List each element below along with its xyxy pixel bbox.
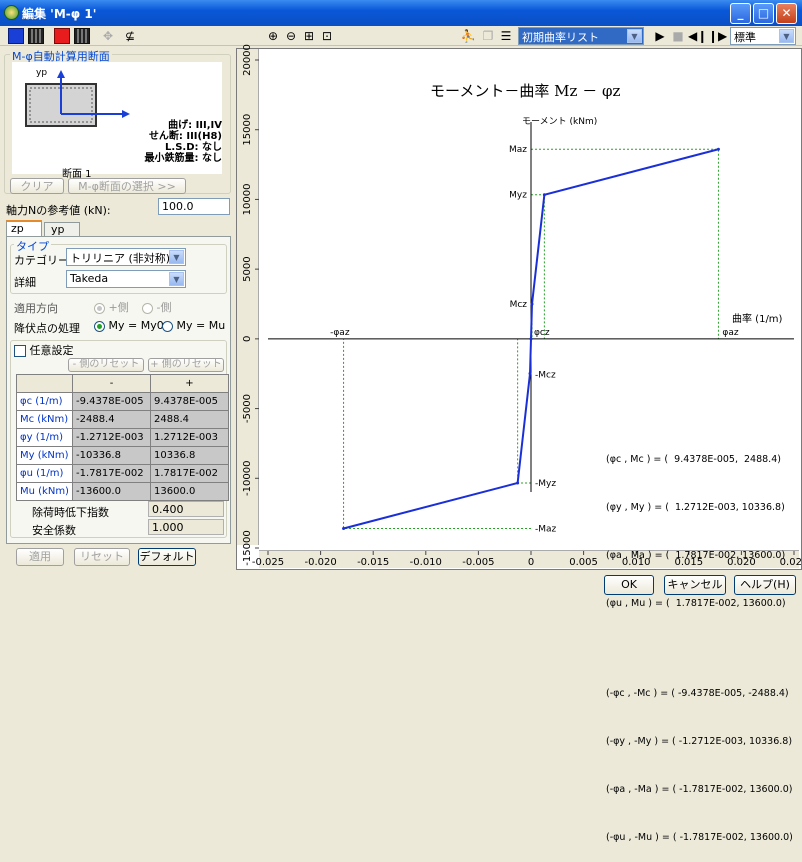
curve-point bbox=[530, 302, 534, 306]
curve-point bbox=[528, 372, 532, 376]
readout-panel: (φc , Mc ) = ( 9.4378E-005, 2488.4) (φy … bbox=[606, 420, 796, 862]
label-neg-maz: -Maz bbox=[535, 524, 557, 534]
y-axis-label: モーメント (kNm) bbox=[522, 117, 598, 127]
readout-spacer bbox=[606, 644, 796, 654]
curve-point bbox=[516, 481, 520, 485]
curve-point bbox=[342, 526, 346, 530]
label-phi-cz: φcz bbox=[534, 328, 550, 338]
y-tick-label: 10000 bbox=[242, 184, 253, 216]
label-neg-mcz: -Mcz bbox=[535, 371, 556, 381]
x-tick-label: -0.015 bbox=[357, 557, 389, 568]
readout-line: (-φy , -My ) = ( -1.2712E-003, 10336.8) bbox=[606, 736, 793, 747]
help-button[interactable]: ヘルプ(H) bbox=[734, 575, 796, 595]
x-tick-label: 0.005 bbox=[569, 557, 598, 568]
y-tick-label: 5000 bbox=[242, 256, 253, 281]
guide-max-pos bbox=[531, 148, 719, 339]
label-neg-phi-az: -φaz bbox=[330, 328, 350, 338]
y-tick-label: -10000 bbox=[242, 461, 253, 496]
cancel-button[interactable]: キャンセル bbox=[664, 575, 726, 595]
guide-max-neg bbox=[343, 338, 531, 529]
x-tick-label: -0.005 bbox=[462, 557, 494, 568]
x-tick-label: 0 bbox=[528, 557, 534, 568]
readout-line: (-φa , -Ma ) = ( -1.7817E-002, 13600.0) bbox=[606, 784, 793, 795]
curve-point bbox=[529, 337, 533, 341]
label-phi-az: φaz bbox=[722, 328, 738, 338]
label-myz: Myz bbox=[509, 191, 527, 201]
curve-point bbox=[716, 147, 720, 151]
x-axis-label: 曲率 (1/m) bbox=[732, 314, 783, 325]
y-tick-label: -5000 bbox=[242, 394, 253, 423]
y-tick-label: 0 bbox=[242, 336, 253, 342]
readout-line: (-φc , -Mc ) = ( -9.4378E-005, -2488.4) bbox=[606, 688, 789, 699]
y-tick-label: 20000 bbox=[242, 44, 253, 76]
dialog-buttons-bar: OK キャンセル ヘルプ(H) bbox=[0, 572, 802, 600]
label-neg-myz: -Myz bbox=[535, 479, 556, 489]
readout-line: (φy , My ) = ( 1.2712E-003, 10336.8) bbox=[606, 502, 785, 513]
readout-line: (-φu , -Mu ) = ( -1.7817E-002, 13600.0) bbox=[606, 832, 793, 843]
ok-button[interactable]: OK bbox=[604, 575, 654, 595]
x-tick-label: -0.010 bbox=[410, 557, 442, 568]
readout-line: (φc , Mc ) = ( 9.4378E-005, 2488.4) bbox=[606, 454, 781, 465]
x-tick-label: -0.025 bbox=[252, 557, 284, 568]
readout-line: (φa , Ma ) = ( 1.7817E-002, 13600.0) bbox=[606, 550, 786, 561]
x-tick-label: -0.020 bbox=[304, 557, 336, 568]
label-mcz: Mcz bbox=[510, 300, 528, 310]
y-tick-label: 15000 bbox=[242, 114, 253, 146]
label-maz: Maz bbox=[509, 145, 527, 155]
curve-point bbox=[542, 193, 546, 197]
chart-title: モーメント－曲率 Mz － φz bbox=[430, 82, 621, 100]
